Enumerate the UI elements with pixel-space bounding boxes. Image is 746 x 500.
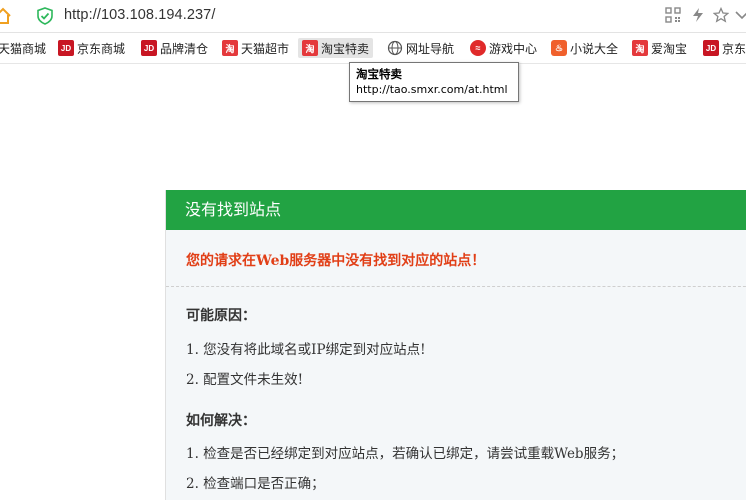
solution-item: 2. 检查端口是否正确； [186, 476, 325, 492]
bookmark-ai-taobao[interactable]: 淘 爱淘宝 [632, 38, 687, 58]
novel-icon: ♨ [551, 40, 567, 56]
bookmark-taobao-sale[interactable]: 淘 淘宝特卖 [298, 38, 374, 58]
bookmark-label: 爱淘宝 [651, 41, 688, 56]
jd-icon: JD [703, 40, 719, 56]
bookmark-tmall-supermarket[interactable]: 淘 天猫超市 [222, 38, 289, 58]
jd-icon: JD [58, 40, 74, 56]
bookmark-game-center[interactable]: ≈ 游戏中心 [470, 38, 537, 58]
home-icon[interactable] [0, 7, 12, 25]
bookmark-tooltip: 淘宝特卖 http://tao.smxr.com/at.html [349, 62, 519, 102]
divider [166, 286, 746, 287]
tooltip-url: http://tao.smxr.com/at.html [356, 83, 508, 96]
chevron-down-icon[interactable] [734, 7, 746, 23]
bookmark-label: 小说大全 [570, 41, 619, 56]
bookmark-label: 游戏中心 [489, 41, 538, 56]
bookmark-tmall[interactable]: 天猫商城 [0, 38, 46, 58]
bookmark-label: 品牌清仓 [160, 41, 209, 56]
star-icon[interactable] [713, 7, 729, 23]
bookmark-label: 淘宝特卖 [321, 41, 370, 56]
taobao-icon: 淘 [222, 40, 238, 56]
taobao-icon: 淘 [632, 40, 648, 56]
error-panel: 没有找到站点 您的请求在Web服务器中没有找到对应的站点！ 可能原因： 1. 您… [165, 190, 746, 500]
taobao-icon: 淘 [302, 40, 318, 56]
error-message: 您的请求在Web服务器中没有找到对应的站点！ [186, 253, 486, 269]
solution-item: 1. 检查是否已经绑定到对应站点，若确认已绑定，请尝试重载Web服务； [186, 446, 625, 462]
bookmark-novels[interactable]: ♨ 小说大全 [551, 38, 618, 58]
reasons-title: 可能原因： [186, 308, 256, 324]
game-icon: ≈ [470, 40, 486, 56]
shield-icon[interactable] [37, 7, 53, 25]
lightning-icon[interactable] [690, 7, 706, 23]
error-header: 没有找到站点 [166, 190, 746, 230]
tooltip-title: 淘宝特卖 [356, 67, 402, 81]
bookmark-brand-clearance[interactable]: JD 品牌清仓 [141, 38, 208, 58]
address-bar: http://103.108.194.237/ [0, 0, 746, 33]
bookmark-label: 京东 [722, 41, 746, 56]
qr-code-icon[interactable] [665, 7, 681, 23]
reason-item: 1. 您没有将此域名或IP绑定到对应站点! [186, 342, 426, 358]
bookmark-label: 天猫超市 [241, 41, 290, 56]
url-input[interactable]: http://103.108.194.237/ [64, 7, 215, 23]
globe-icon [387, 40, 403, 56]
reason-item: 2. 配置文件未生效! [186, 372, 304, 388]
bookmark-label: 京东商城 [77, 41, 126, 56]
solutions-title: 如何解决： [186, 413, 256, 429]
bookmark-label: 天猫商城 [0, 41, 47, 56]
bookmarks-bar: 天猫商城 JD 京东商城 JD 品牌清仓 淘 天猫超市 淘 淘宝特卖 网址导航 … [0, 33, 746, 64]
bookmark-label: 网址导航 [406, 41, 455, 56]
bookmark-jd[interactable]: JD 京东 [703, 38, 746, 58]
jd-icon: JD [141, 40, 157, 56]
bookmark-web-nav[interactable]: 网址导航 [387, 38, 454, 58]
bookmark-jd-mall[interactable]: JD 京东商城 [58, 38, 125, 58]
